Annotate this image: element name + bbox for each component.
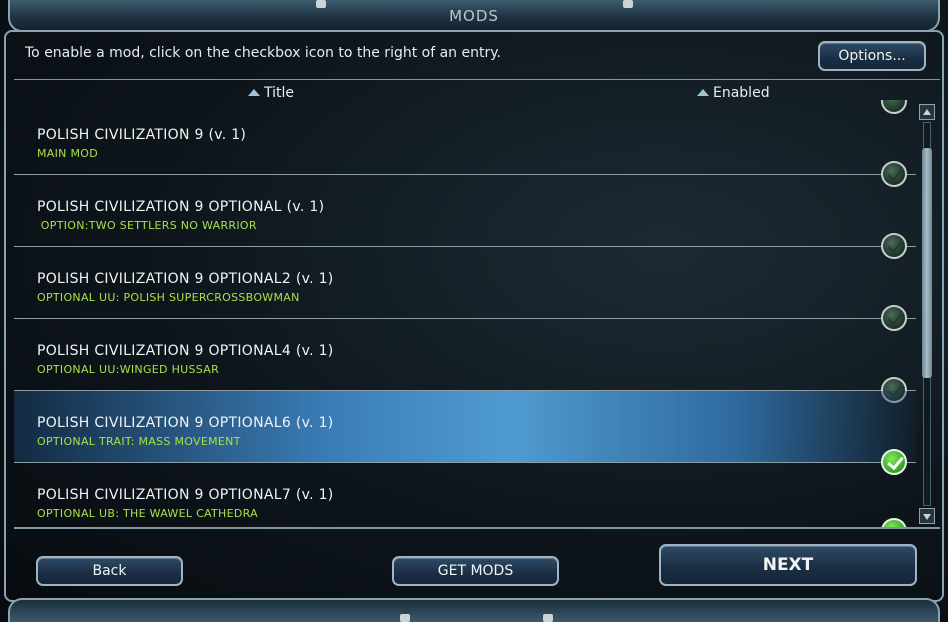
mod-title: POLISH CIVILIZATION 9 OPTIONAL6 (v. 1) — [37, 415, 334, 431]
mod-row-selected[interactable]: POLISH CIVILIZATION 9 OPTIONAL6 (v. 1) O… — [14, 391, 916, 475]
mod-subtitle: OPTION:TWO SETTLERS NO WARRIOR — [37, 219, 257, 232]
mod-subtitle: MAIN MOD — [37, 147, 99, 160]
header-divider — [14, 79, 940, 80]
mod-row[interactable]: POLISH CIVILIZATION 9 OPTIONAL (v. 1) OP… — [14, 175, 916, 259]
mod-row[interactable]: POLISH CIVILIZATION 9 OPTIONAL2 (v. 1) O… — [14, 247, 916, 331]
mod-row[interactable]: POLISH CIVILIZATION 9 OPTIONAL7 (v. 1) O… — [14, 463, 916, 525]
scroll-up-button[interactable] — [919, 104, 935, 120]
window-title: MODS — [449, 7, 499, 25]
sort-ascending-icon — [697, 89, 709, 96]
mod-list: POLISH CIVILIZATION 9 (v. 1) MAIN MOD PO… — [14, 103, 916, 525]
checkbox-icon-partial-checked[interactable] — [881, 518, 907, 527]
ornament-knob — [400, 614, 410, 622]
mod-subtitle: OPTIONAL UU: POLISH SUPERCROSSBOWMAN — [37, 291, 300, 304]
list-scrollbar[interactable] — [919, 104, 935, 524]
mod-subtitle: OPTIONAL TRAIT: MASS MOVEMENT — [37, 435, 241, 448]
mod-title: POLISH CIVILIZATION 9 OPTIONAL2 (v. 1) — [37, 271, 334, 287]
back-button[interactable]: Back — [36, 556, 183, 586]
column-header-title[interactable]: Title — [248, 85, 294, 101]
column-header-enabled[interactable]: Enabled — [697, 85, 770, 101]
scroll-down-button[interactable] — [919, 508, 935, 524]
options-button[interactable]: Options... — [818, 41, 926, 71]
ornament-knob — [623, 0, 633, 8]
arrow-down-icon — [923, 514, 931, 520]
ornament-knob — [543, 614, 553, 622]
instructions-text: To enable a mod, click on the checkbox i… — [25, 45, 501, 61]
next-button[interactable]: NEXT — [659, 544, 917, 586]
sort-ascending-icon — [248, 89, 260, 96]
mod-title: POLISH CIVILIZATION 9 OPTIONAL (v. 1) — [37, 199, 325, 215]
column-enabled-label: Enabled — [713, 85, 770, 101]
column-title-label: Title — [264, 85, 295, 101]
mod-title: POLISH CIVILIZATION 9 OPTIONAL7 (v. 1) — [37, 487, 334, 503]
mods-screen: MODS To enable a mod, click on the check… — [0, 0, 948, 622]
mod-subtitle: OPTIONAL UB: THE WAWEL CATHEDRA — [37, 507, 258, 520]
mod-row[interactable]: POLISH CIVILIZATION 9 OPTIONAL4 (v. 1) O… — [14, 319, 916, 403]
mod-subtitle: OPTIONAL UU:WINGED HUSSAR — [37, 363, 220, 376]
footer-divider — [14, 527, 940, 529]
mod-title: POLISH CIVILIZATION 9 (v. 1) — [37, 127, 247, 143]
scroll-thumb[interactable] — [922, 148, 932, 378]
title-bar: MODS — [8, 0, 940, 32]
mod-title: POLISH CIVILIZATION 9 OPTIONAL4 (v. 1) — [37, 343, 334, 359]
bottom-bar — [8, 598, 940, 622]
get-mods-button[interactable]: GET MODS — [392, 556, 559, 586]
arrow-up-icon — [923, 109, 931, 115]
mod-row[interactable]: POLISH CIVILIZATION 9 (v. 1) MAIN MOD — [14, 103, 916, 187]
ornament-knob — [316, 0, 326, 8]
